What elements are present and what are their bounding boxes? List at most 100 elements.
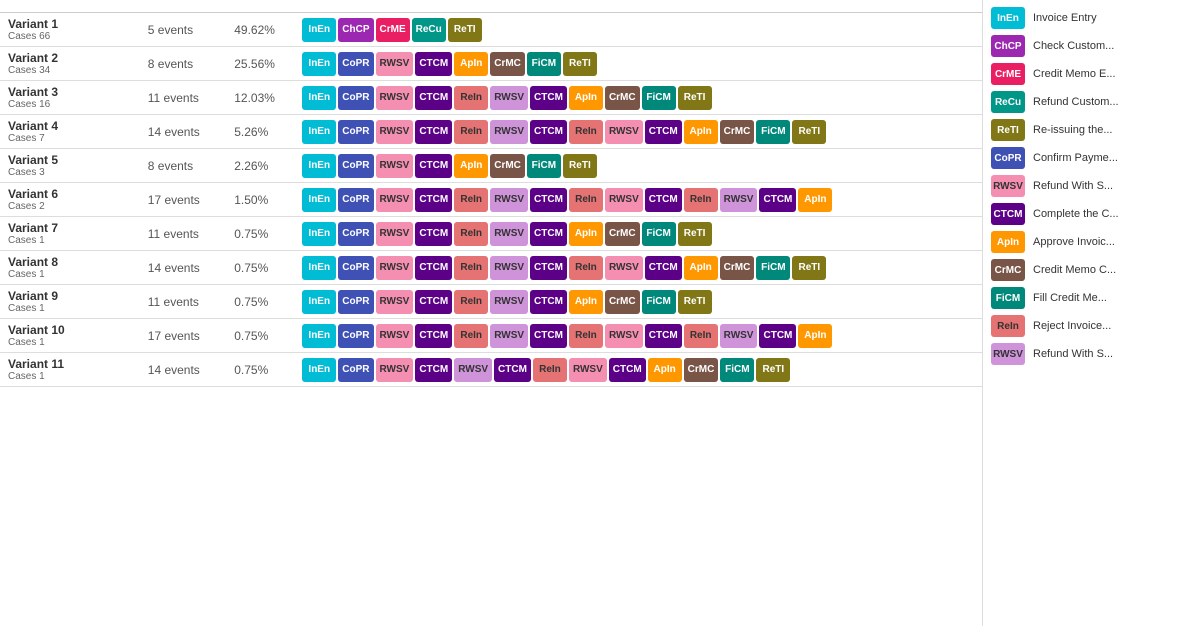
flow-tag[interactable]: RWSV — [605, 256, 643, 280]
flow-tag[interactable]: ReTI — [448, 18, 482, 42]
flow-tag[interactable]: CoPR — [338, 256, 373, 280]
flow-tag[interactable]: ApIn — [569, 290, 603, 314]
table-row[interactable]: Variant 1 Cases 66 5 events49.62%InEnChC… — [0, 13, 982, 47]
flow-tag[interactable]: ReIn — [454, 188, 488, 212]
flow-tag[interactable]: CTCM — [530, 290, 567, 314]
flow-tag[interactable]: ReIn — [569, 120, 603, 144]
flow-tag[interactable]: CoPR — [338, 188, 373, 212]
flow-tag[interactable]: RWSV — [376, 188, 414, 212]
flow-tag[interactable]: CTCM — [530, 120, 567, 144]
legend-item[interactable]: CTCM Complete the C... — [983, 200, 1202, 228]
flow-tag[interactable]: CoPR — [338, 290, 373, 314]
flow-tag[interactable]: RWSV — [569, 358, 607, 382]
flow-tag[interactable]: CTCM — [415, 222, 452, 246]
flow-tag[interactable]: CTCM — [759, 324, 796, 348]
flow-tag[interactable]: ApIn — [454, 154, 488, 178]
flow-tag[interactable]: CrMC — [605, 290, 640, 314]
flow-tag[interactable]: CTCM — [415, 154, 452, 178]
flow-tag[interactable]: CTCM — [415, 256, 452, 280]
flow-tag[interactable]: CrMC — [684, 358, 719, 382]
flow-tag[interactable]: InEn — [302, 256, 336, 280]
flow-tag[interactable]: RWSV — [376, 154, 414, 178]
flow-tag[interactable]: InEn — [302, 290, 336, 314]
flow-tag[interactable]: CrME — [376, 18, 410, 42]
legend-item[interactable]: FiCM Fill Credit Me... — [983, 284, 1202, 312]
flow-tag[interactable]: FiCM — [642, 222, 676, 246]
legend-item[interactable]: ReTI Re-issuing the... — [983, 116, 1202, 144]
legend-item[interactable]: ReCu Refund Custom... — [983, 88, 1202, 116]
flow-tag[interactable]: RWSV — [376, 324, 414, 348]
flow-tag[interactable]: InEn — [302, 222, 336, 246]
flow-tag[interactable]: RWSV — [490, 222, 528, 246]
flow-tag[interactable]: CoPR — [338, 222, 373, 246]
table-row[interactable]: Variant 5 Cases 3 8 events2.26%InEnCoPRR… — [0, 149, 982, 183]
flow-tag[interactable]: CTCM — [530, 86, 567, 110]
flow-tag[interactable]: InEn — [302, 188, 336, 212]
legend-item[interactable]: CoPR Confirm Payme... — [983, 144, 1202, 172]
col-variant-name[interactable] — [0, 0, 140, 13]
flow-tag[interactable]: InEn — [302, 52, 336, 76]
table-row[interactable]: Variant 6 Cases 2 17 events1.50%InEnCoPR… — [0, 183, 982, 217]
flow-tag[interactable]: CoPR — [338, 52, 373, 76]
flow-tag[interactable]: InEn — [302, 86, 336, 110]
flow-tag[interactable]: CTCM — [759, 188, 796, 212]
flow-tag[interactable]: CrMC — [490, 154, 525, 178]
flow-tag[interactable]: ApIn — [454, 52, 488, 76]
flow-tag[interactable]: InEn — [302, 18, 336, 42]
flow-tag[interactable]: RWSV — [376, 290, 414, 314]
flow-tag[interactable]: RWSV — [605, 324, 643, 348]
col-events[interactable] — [140, 0, 226, 13]
flow-tag[interactable]: CTCM — [415, 324, 452, 348]
legend-item[interactable]: RWSV Refund With S... — [983, 172, 1202, 200]
flow-tag[interactable]: CoPR — [338, 358, 373, 382]
flow-tag[interactable]: RWSV — [490, 256, 528, 280]
flow-tag[interactable]: FiCM — [642, 290, 676, 314]
flow-tag[interactable]: ReIn — [454, 256, 488, 280]
flow-tag[interactable]: ReTI — [756, 358, 790, 382]
flow-tag[interactable]: CTCM — [415, 86, 452, 110]
flow-tag[interactable]: RWSV — [490, 188, 528, 212]
flow-tag[interactable]: RWSV — [605, 120, 643, 144]
flow-tag[interactable]: CTCM — [415, 120, 452, 144]
flow-tag[interactable]: ReTI — [678, 86, 712, 110]
flow-tag[interactable]: InEn — [302, 358, 336, 382]
col-cases-pct[interactable] — [226, 0, 298, 13]
flow-tag[interactable]: CTCM — [530, 256, 567, 280]
table-row[interactable]: Variant 7 Cases 1 11 events0.75%InEnCoPR… — [0, 217, 982, 251]
flow-tag[interactable]: ReIn — [684, 188, 718, 212]
legend-item[interactable]: RWSV Refund With S... — [983, 340, 1202, 368]
flow-tag[interactable]: RWSV — [605, 188, 643, 212]
flow-tag[interactable]: FiCM — [527, 154, 561, 178]
flow-tag[interactable]: InEn — [302, 154, 336, 178]
flow-tag[interactable]: CrMC — [720, 120, 755, 144]
legend-item[interactable]: ReIn Reject Invoice... — [983, 312, 1202, 340]
flow-tag[interactable]: FiCM — [527, 52, 561, 76]
flow-tag[interactable]: ApIn — [569, 222, 603, 246]
flow-tag[interactable]: ApIn — [798, 324, 832, 348]
flow-tag[interactable]: CoPR — [338, 324, 373, 348]
flow-tag[interactable]: ReIn — [569, 324, 603, 348]
flow-tag[interactable]: FiCM — [642, 86, 676, 110]
flow-tag[interactable]: CTCM — [645, 120, 682, 144]
flow-tag[interactable]: ReTI — [563, 154, 597, 178]
flow-tag[interactable]: CTCM — [609, 358, 646, 382]
legend-item[interactable]: CrMC Credit Memo C... — [983, 256, 1202, 284]
legend-item[interactable]: CrME Credit Memo E... — [983, 60, 1202, 88]
table-row[interactable]: Variant 9 Cases 1 11 events0.75%InEnCoPR… — [0, 285, 982, 319]
flow-tag[interactable]: ReIn — [533, 358, 567, 382]
flow-tag[interactable]: RWSV — [490, 290, 528, 314]
flow-tag[interactable]: CTCM — [645, 324, 682, 348]
flow-tag[interactable]: ReTI — [563, 52, 597, 76]
flow-tag[interactable]: CrMC — [490, 52, 525, 76]
flow-tag[interactable]: RWSV — [376, 222, 414, 246]
flow-tag[interactable]: RWSV — [490, 324, 528, 348]
flow-tag[interactable]: RWSV — [376, 120, 414, 144]
legend-item[interactable]: ApIn Approve Invoic... — [983, 228, 1202, 256]
flow-tag[interactable]: CTCM — [415, 188, 452, 212]
flow-tag[interactable]: ApIn — [569, 86, 603, 110]
flow-tag[interactable]: InEn — [302, 324, 336, 348]
flow-tag[interactable]: FiCM — [756, 120, 790, 144]
flow-tag[interactable]: CoPR — [338, 154, 373, 178]
flow-tag[interactable]: ReTI — [678, 222, 712, 246]
flow-tag[interactable]: RWSV — [376, 256, 414, 280]
